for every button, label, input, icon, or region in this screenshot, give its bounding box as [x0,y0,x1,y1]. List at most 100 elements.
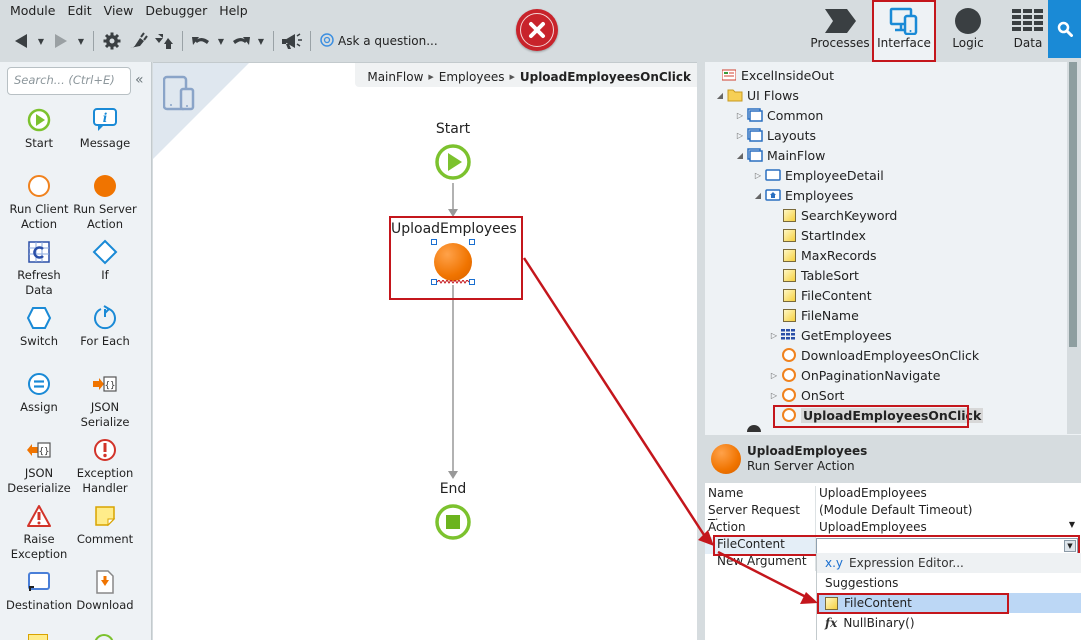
run-server-action-icon [70,172,140,200]
top-bar: Module Edit View Debugger Help ▼ ▼ ▼ ▼ A… [0,0,1081,62]
undo-icon[interactable] [190,30,212,52]
collapse-toolbox-icon[interactable]: « [135,72,144,88]
tree-item[interactable]: FileName [769,305,859,325]
property-value[interactable]: UploadEmployees [816,486,1081,503]
collapse-arrow-icon[interactable]: ▷ [735,131,745,140]
tool-message[interactable]: i Message [70,106,140,151]
end-node[interactable] [434,503,472,544]
tree-item[interactable]: ▷ GetEmployees [769,325,892,345]
tool-exception-handler[interactable]: Exception Handler [70,436,140,496]
tool-download[interactable]: Download [70,568,140,613]
property-row[interactable]: Server Request Ti... (Module Default Tim… [705,503,1081,531]
tool-for-each[interactable]: For Each [70,304,140,349]
tree-item-label: Layouts [767,127,817,143]
error-indicator-button[interactable] [516,9,558,51]
menu-help[interactable]: Help [213,2,254,19]
tab-interface[interactable]: Interface [872,0,936,62]
tool-destination[interactable]: Destination [4,568,74,613]
tool-switch[interactable]: Switch [4,304,74,349]
collapse-arrow-icon[interactable]: ▷ [735,111,745,120]
data-icon [1012,6,1044,36]
scrollbar-thumb[interactable] [1069,62,1077,347]
publish-icon[interactable] [153,30,175,52]
tree-item[interactable]: ◢ Employees [753,185,854,205]
suggestion-item[interactable]: fx NullBinary() [817,613,1081,633]
toolbar: ▼ ▼ ▼ ▼ Ask a question... [10,30,438,52]
tree-item[interactable]: ▷ EmployeeDetail [753,165,884,185]
tool-start[interactable]: Start [4,106,74,151]
tool-run-server-action[interactable]: Run Server Action [70,172,140,232]
undo-dropdown-icon[interactable]: ▼ [216,30,226,52]
tree-item[interactable]: DownloadEmployeesOnClick [769,345,979,365]
menu-bar: Module Edit View Debugger Help [4,2,254,19]
tree-item[interactable]: ▷ Layouts [735,125,816,145]
property-value[interactable]: (Module Default Timeout) [816,503,1081,520]
flow-canvas[interactable]: MainFlow ▶ Employees ▶ UploadEmployeesOn… [153,62,697,640]
global-search-button[interactable] [1048,0,1081,58]
expand-arrow-icon[interactable]: ◢ [753,191,763,200]
announcement-icon[interactable] [281,30,303,52]
tree-item[interactable]: TableSort [769,265,859,285]
menu-debugger[interactable]: Debugger [139,2,213,19]
tool-json-deserialize[interactable]: {} JSON Deserialize [4,436,74,496]
tool-json-serialize[interactable]: {} JSON Serialize [70,370,140,430]
tool-assign[interactable]: Assign [4,370,74,415]
toolbox-search-input[interactable]: Search... (Ctrl+E) [7,67,131,95]
expand-arrow-icon[interactable]: ◢ [715,91,725,100]
collapse-arrow-icon[interactable]: ▷ [769,391,779,400]
tree-item[interactable]: StartIndex [769,225,866,245]
tree-item[interactable]: ▷ OnSort [769,385,844,405]
tree-item[interactable]: ExcelInsideOut [709,65,834,85]
tree-item[interactable]: MaxRecords [769,245,877,265]
tree-item[interactable]: ◢ MainFlow [735,145,825,165]
collapse-arrow-icon[interactable]: ▷ [753,171,763,180]
menu-module[interactable]: Module [4,2,61,19]
end-node-label: End [439,481,467,497]
redo-dropdown-icon[interactable]: ▼ [256,30,266,52]
tree-scrollbar[interactable] [1067,62,1081,434]
tool-run-client-action[interactable]: Run Client Action [4,172,74,232]
tree-item[interactable]: ▷ Common [735,105,823,125]
chevron-down-icon[interactable]: ▼ [1069,520,1075,529]
menu-edit[interactable]: Edit [61,2,97,19]
ui-flow-icon [747,147,763,163]
function-icon: fx [825,616,838,630]
ask-question-button[interactable]: Ask a question... [320,32,438,50]
tool-label: Action [86,217,124,231]
tool-label: Assign [20,400,58,414]
tool-label: Run Server [73,202,137,216]
tool-if[interactable]: If [70,238,140,283]
redo-icon[interactable] [230,30,252,52]
tab-logic[interactable]: Logic [938,0,998,62]
tree-item-label: Common [767,107,824,123]
collapse-arrow-icon[interactable]: ▷ [769,371,779,380]
start-node[interactable] [434,143,472,184]
forward-dropdown-icon[interactable]: ▼ [76,30,86,52]
tree-item[interactable]: FileContent [769,285,872,305]
tab-processes-label: Processes [810,36,870,50]
property-row[interactable]: Name UploadEmployees [705,486,1081,503]
tool-refresh-data[interactable]: Refresh Data [4,238,74,298]
forward-icon[interactable] [50,30,72,52]
tab-processes[interactable]: Processes [810,0,870,62]
tree-item[interactable]: ◢ UI Flows [715,85,799,105]
tool-label: Destination [6,598,72,612]
collapse-arrow-icon[interactable]: ▷ [769,331,779,340]
expand-arrow-icon[interactable]: ◢ [735,151,745,160]
connect-icon[interactable] [127,30,149,52]
argument-value-input[interactable]: ▼ [816,538,1078,554]
tree-item[interactable]: SearchKeyword [769,205,897,225]
settings-icon[interactable] [101,30,123,52]
new-argument-label[interactable]: New Argument [705,554,816,571]
back-icon[interactable] [10,30,32,52]
tree-item-label: FileContent [801,287,872,303]
suggestion-label: NullBinary() [843,616,915,630]
tool-comment[interactable]: Comment [70,502,140,547]
svg-text:i: i [103,111,108,125]
tool-raise-exception[interactable]: Raise Exception [4,502,74,562]
back-dropdown-icon[interactable]: ▼ [36,30,46,52]
chevron-down-icon[interactable]: ▼ [1064,540,1076,552]
menu-view[interactable]: View [98,2,140,19]
expression-editor-option[interactable]: x.y Expression Editor... [817,553,1081,573]
tree-item[interactable]: ▷ OnPaginationNavigate [769,365,940,385]
